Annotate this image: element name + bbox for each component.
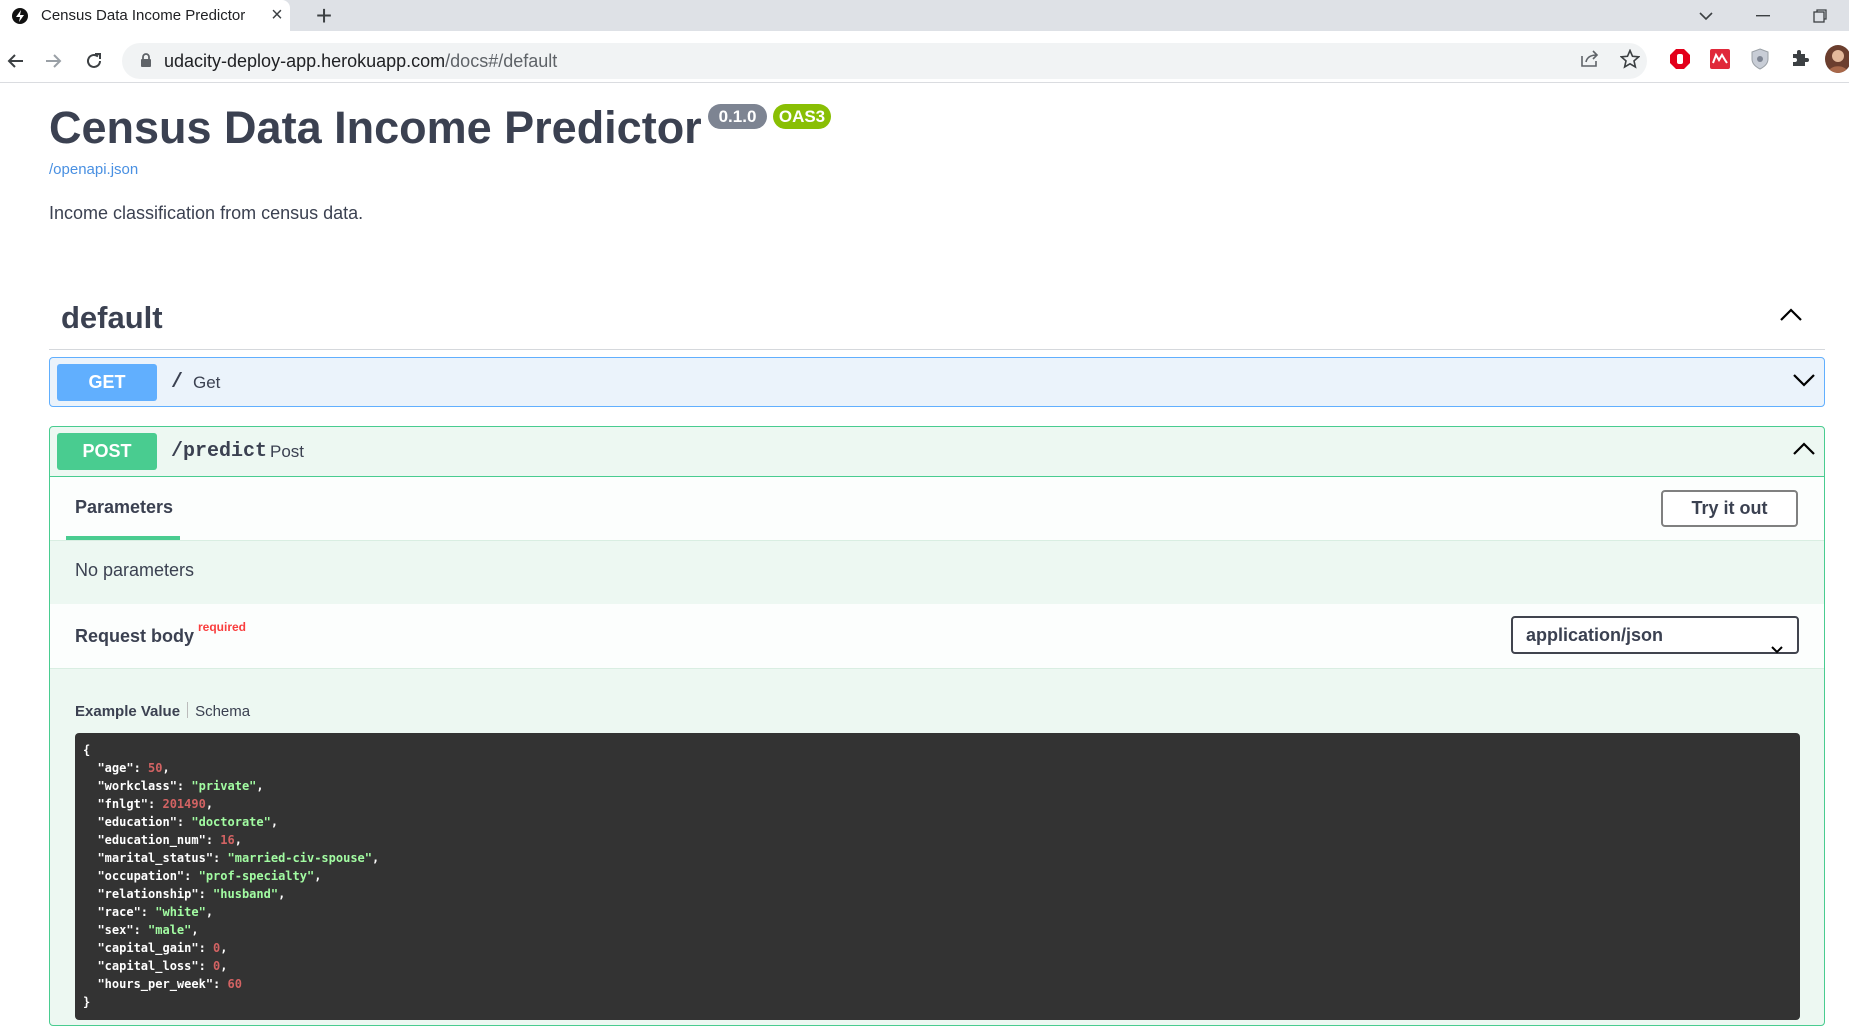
version-badge: 0.1.0 — [708, 104, 767, 129]
code-number-value: 50 — [148, 761, 163, 775]
content-type-value: application/json — [1526, 625, 1664, 645]
code-string-value: "husband" — [213, 887, 279, 901]
tab-active-indicator — [66, 536, 180, 540]
page-title: Census Data Income Predictor — [49, 102, 702, 153]
chevron-down-icon — [1771, 631, 1783, 665]
operation-post-predict[interactable]: POST /predict Post Parameters Try it out… — [49, 426, 1825, 1026]
tag-name: default — [61, 300, 163, 335]
request-body-label: Request body — [75, 626, 195, 646]
code-number-value: 201490 — [162, 797, 206, 811]
profile-avatar-icon[interactable] — [1825, 45, 1849, 73]
code-string-value: "male" — [148, 923, 192, 937]
code-number-value: 60 — [227, 977, 242, 991]
code-string-value: "private" — [191, 779, 257, 793]
operation-get-root[interactable]: GET / Get — [49, 357, 1825, 407]
openapi-json-link[interactable]: /openapi.json — [49, 161, 138, 178]
try-it-out-button[interactable]: Try it out — [1661, 490, 1798, 527]
operation-path: / — [171, 371, 184, 394]
tab-close-icon[interactable]: × — [266, 4, 288, 26]
browser-tab[interactable]: Census Data Income Predictor - Sw × — [0, 0, 290, 31]
forward-arrow-icon[interactable] — [40, 47, 68, 75]
tab-schema[interactable]: Schema — [195, 703, 250, 720]
method-badge-get: GET — [57, 364, 157, 401]
code-line: "capital_loss": 0, — [83, 959, 228, 973]
code-string-value: "white" — [155, 905, 206, 919]
code-key: "education_num" — [83, 833, 206, 847]
lock-icon[interactable] — [140, 53, 152, 73]
code-line: "marital_status": "married-civ-spouse", — [83, 851, 380, 865]
extension-red-icon[interactable] — [1708, 47, 1732, 71]
star-icon[interactable] — [1618, 47, 1642, 71]
required-label: required — [198, 620, 247, 634]
code-line: "occupation": "prof-specialty", — [83, 869, 322, 883]
url-text[interactable]: udacity-deploy-app.herokuapp.com/docs#/d… — [164, 51, 557, 72]
code-string-value: "prof-specialty" — [198, 869, 315, 883]
code-line: "capital_gain": 0, — [83, 941, 228, 955]
example-tabs: Example Value Schema — [75, 702, 250, 720]
operation-path: /predict — [171, 440, 268, 463]
new-tab-button[interactable]: + — [309, 1, 339, 31]
api-description: Income classification from census data. — [49, 203, 364, 223]
code-line: "sex": "male", — [83, 923, 199, 937]
bolt-favicon-icon — [12, 8, 28, 24]
code-brace: { — [83, 743, 91, 757]
tab-title: Census Data Income Predictor - Sw — [41, 7, 246, 24]
restore-icon[interactable] — [1797, 0, 1843, 31]
minimize-icon[interactable] — [1740, 0, 1786, 31]
content-type-select[interactable]: application/json — [1511, 616, 1799, 654]
chevron-up-icon[interactable] — [1779, 308, 1803, 327]
back-arrow-icon[interactable] — [1, 47, 29, 75]
chevron-down-icon[interactable] — [1792, 373, 1816, 392]
method-badge-post: POST — [57, 433, 157, 470]
code-key: "sex" — [83, 923, 134, 937]
chevron-up-icon[interactable] — [1792, 442, 1816, 461]
operation-summary: Get — [193, 373, 221, 392]
request-body-header: Request body required application/json — [50, 604, 1824, 669]
reload-icon[interactable] — [80, 47, 108, 75]
parameters-header: Parameters Try it out — [50, 476, 1824, 541]
url-path: /docs#/default — [445, 51, 558, 71]
code-line: "fnlgt": 201490, — [83, 797, 214, 811]
tab-example-value[interactable]: Example Value — [75, 703, 180, 720]
code-key: "occupation" — [83, 869, 185, 883]
code-brace: } — [83, 995, 91, 1009]
tab-parameters[interactable]: Parameters — [75, 497, 173, 518]
code-line: "education": "doctorate", — [83, 815, 279, 829]
tab-search-icon[interactable] — [1683, 0, 1729, 31]
code-line: "workclass": "private", — [83, 779, 264, 793]
code-key: "capital_loss" — [83, 959, 199, 973]
puzzle-icon[interactable] — [1788, 47, 1812, 71]
code-line: "hours_per_week": 60 — [83, 977, 242, 991]
operation-summary: Post — [270, 442, 305, 461]
code-line: "age": 50, — [83, 761, 170, 775]
code-string-value: "married-civ-spouse" — [227, 851, 373, 865]
share-icon[interactable] — [1578, 47, 1602, 71]
code-string-value: "doctorate" — [191, 815, 271, 829]
tag-section-default[interactable]: default — [49, 290, 1825, 350]
code-key: "workclass" — [83, 779, 177, 793]
example-json-code[interactable]: { "age": 50, "workclass": "private", "fn… — [75, 733, 1800, 1020]
oas-badge: OAS3 — [773, 104, 831, 129]
code-key: "relationship" — [83, 887, 199, 901]
code-key: "age" — [83, 761, 134, 775]
code-key: "hours_per_week" — [83, 977, 214, 991]
tab-strip: Census Data Income Predictor - Sw × + — [0, 0, 1849, 31]
code-line: "race": "white", — [83, 905, 214, 919]
code-number-value: 0 — [213, 941, 221, 955]
shield-icon[interactable] — [1748, 47, 1772, 71]
code-key: "education" — [83, 815, 177, 829]
code-line: "relationship": "husband", — [83, 887, 286, 901]
url-host: udacity-deploy-app.herokuapp.com — [164, 51, 446, 71]
no-parameters-text: No parameters — [75, 560, 195, 580]
code-number-value: 16 — [220, 833, 235, 847]
code-line: "education_num": 16, — [83, 833, 242, 847]
adblock-icon[interactable] — [1668, 47, 1692, 71]
tab-separator — [187, 702, 189, 718]
code-key: "race" — [83, 905, 141, 919]
code-key: "capital_gain" — [83, 941, 199, 955]
code-number-value: 0 — [213, 959, 221, 973]
code-key: "marital_status" — [83, 851, 214, 865]
code-key: "fnlgt" — [83, 797, 149, 811]
